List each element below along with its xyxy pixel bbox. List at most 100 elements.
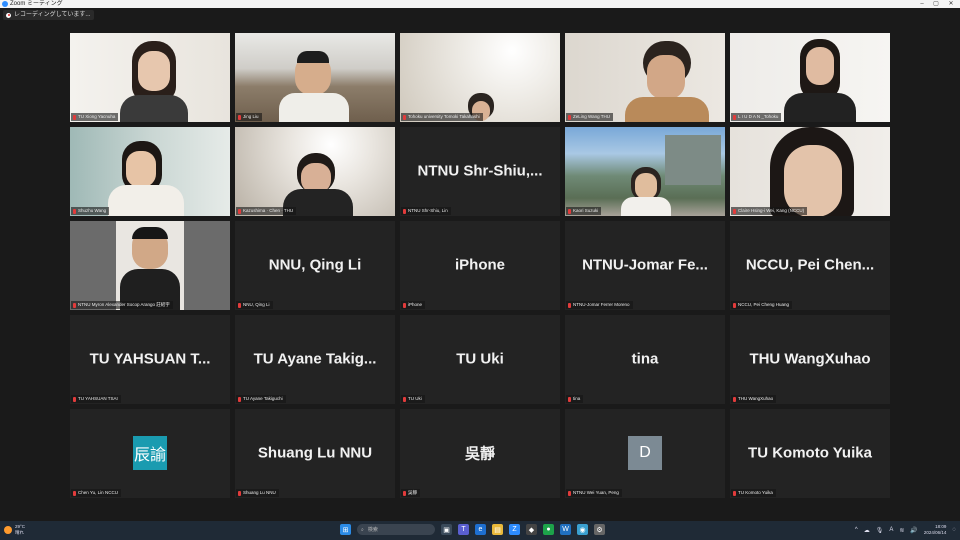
mic-muted-icon — [568, 490, 571, 496]
video-feed — [70, 221, 230, 310]
participant-name-label: TU Xiong Yacnuha — [71, 113, 119, 121]
photos-icon[interactable]: ◉ — [577, 524, 588, 535]
participant-tile[interactable]: Shuang Lu NNU Shuang Lu NNU — [235, 409, 395, 498]
task-view-icon[interactable]: ▣ — [441, 524, 452, 535]
mic-muted-icon — [403, 114, 406, 120]
teams-icon[interactable]: T — [458, 524, 469, 535]
participant-tile[interactable]: NTNU Myron Alexander Socop Arango 莊紹宇 — [70, 221, 230, 310]
participant-tile[interactable]: TU Uki TU Uki — [400, 315, 560, 404]
participant-name-label: Shuzhu Wang — [71, 207, 110, 215]
minimize-button[interactable]: – — [916, 0, 928, 8]
taskbar-search[interactable]: ⌕ 検索 — [357, 524, 435, 535]
participant-name: L I U D A N _Tohoku — [738, 114, 779, 119]
participant-tile[interactable]: NCCU, Pei Chen... NCCU, Pei Cheng Huang — [730, 221, 890, 310]
mic-muted-icon — [568, 302, 571, 308]
video-feed — [235, 127, 395, 216]
participant-display-name: iPhone — [454, 256, 505, 274]
mic-muted-icon — [403, 208, 406, 214]
weather-widget[interactable]: 29°C 晴れ — [4, 524, 25, 536]
ime-indicator[interactable]: A — [889, 527, 893, 533]
participant-display-name: NTNU Shr-Shiu,... — [417, 162, 543, 180]
zoom-app-icon[interactable]: Z — [509, 524, 520, 535]
notification-icon[interactable]: ◌ — [952, 527, 956, 533]
participant-tile[interactable]: TU Ayane Takig... TU Ayane Takiguchi — [235, 315, 395, 404]
participant-name-label: TU Komoto Yuika — [731, 489, 776, 497]
participant-name-label: NTNU-Jomar Ferrer Moreno — [566, 301, 633, 309]
participant-tile[interactable]: Kaori Suzuki — [565, 127, 725, 216]
participant-tile[interactable]: THU WangXuhao THU WangXuhao — [730, 315, 890, 404]
mic-muted-icon — [238, 208, 241, 214]
participant-name: Chen Yu, Lin NCCU — [78, 490, 118, 495]
mic-tray-icon[interactable]: 🎙 — [876, 527, 884, 534]
gallery-grid: TU Xiong Yacnuha Jing Liu Tohoku universit… — [70, 33, 890, 498]
tray-chevron-icon[interactable]: ^ — [855, 527, 858, 533]
video-feed — [70, 33, 230, 122]
participant-tile[interactable]: Shuzhu Wang — [70, 127, 230, 216]
zoom-logo-icon — [2, 1, 8, 7]
clock[interactable]: 18:09 2024/06/14 — [924, 524, 947, 536]
settings-icon[interactable]: ⚙ — [594, 524, 605, 535]
participant-tile[interactable]: TU Komoto Yuika TU Komoto Yuika — [730, 409, 890, 498]
participant-name-label: Kazushima · Chen · THU — [236, 207, 297, 215]
chrome-icon[interactable]: ● — [543, 524, 554, 535]
cloud-icon[interactable]: ☁ — [864, 527, 870, 534]
participant-tile[interactable]: tina tina — [565, 315, 725, 404]
mic-muted-icon — [733, 302, 736, 308]
participant-name-label: NNU, Qing Li — [236, 301, 273, 309]
participant-name-label: NTNU Shr-Shiu, Lin — [401, 207, 451, 215]
mic-muted-icon — [403, 302, 406, 308]
participant-tile[interactable]: NTNU-Jomar Fe... NTNU-Jomar Ferrer Moreno — [565, 221, 725, 310]
participant-name-label: Kaori Suzuki — [566, 207, 602, 215]
participant-name-label: NTNU Myron Alexander Socop Arango 莊紹宇 — [71, 301, 173, 309]
participant-tile[interactable]: TU YAHSUAN T... TU YAHSUAN TSAI — [70, 315, 230, 404]
word-icon[interactable]: W — [560, 524, 571, 535]
participant-tile[interactable]: Jing Liu — [235, 33, 395, 122]
mic-muted-icon — [238, 302, 241, 308]
video-feed — [565, 33, 725, 122]
recording-indicator[interactable]: レコーディングしています... — [3, 10, 95, 20]
participant-name-label: Shuang Lu NNU — [236, 489, 279, 497]
participant-tile[interactable]: D NTNU Wei Yuan, Peng — [565, 409, 725, 498]
search-placeholder: 検索 — [367, 527, 378, 533]
participant-display-name: 吳靜 — [464, 444, 495, 462]
participant-name-label: 吳靜 — [401, 489, 420, 497]
participant-tile[interactable]: TU Xiong Yacnuha — [70, 33, 230, 122]
store-icon[interactable]: ◆ — [526, 524, 537, 535]
maximize-button[interactable]: ▢ — [930, 0, 942, 8]
participant-tile[interactable]: iPhone iPhone — [400, 221, 560, 310]
recording-text: レコーディングしています... — [14, 12, 91, 18]
edge-icon[interactable]: e — [475, 524, 486, 535]
recording-bar: レコーディングしています... — [0, 8, 960, 22]
close-button[interactable]: ✕ — [945, 0, 957, 8]
participant-name: NTNU Shr-Shiu, Lin — [408, 208, 448, 213]
participant-tile[interactable]: Kazushima · Chen · THU — [235, 127, 395, 216]
participant-display-name: TU Ayane Takig... — [253, 350, 377, 368]
mic-muted-icon — [733, 208, 736, 214]
participant-tile[interactable]: ZeLing Wang THU — [565, 33, 725, 122]
participant-tile[interactable]: NTNU Shr-Shiu,... NTNU Shr-Shiu, Lin — [400, 127, 560, 216]
participant-tile[interactable]: 吳靜 吳靜 — [400, 409, 560, 498]
title-bar: Zoom ミーティング – ▢ ✕ — [0, 0, 960, 8]
windows-start-icon[interactable]: ⊞ — [340, 524, 351, 535]
participant-tile[interactable]: Tohoku university Tomoki Takahashi — [400, 33, 560, 122]
participant-name-label: Jing Liu — [236, 113, 262, 121]
participant-display-name: TU YAHSUAN T... — [89, 350, 211, 368]
mic-muted-icon — [733, 114, 736, 120]
volume-icon[interactable]: 🔊 — [910, 527, 917, 534]
participant-name: 吳靜 — [408, 490, 417, 495]
video-feed — [235, 33, 395, 122]
mic-muted-icon — [733, 396, 736, 402]
participant-tile[interactable]: L I U D A N _Tohoku — [730, 33, 890, 122]
participant-name: TU Xiong Yacnuha — [78, 114, 116, 119]
participant-name: Shuzhu Wang — [78, 208, 107, 213]
mic-muted-icon — [568, 396, 571, 402]
participant-tile[interactable]: 辰諭 Chen Yu, Lin NCCU — [70, 409, 230, 498]
wifi-icon[interactable]: ≋ — [899, 527, 904, 534]
participant-tile[interactable]: NNU, Qing Li NNU, Qing Li — [235, 221, 395, 310]
file-explorer-icon[interactable]: ▤ — [492, 524, 503, 535]
participant-tile[interactable]: Claire Hsing-i Wei, Kang (NCCU) — [730, 127, 890, 216]
mic-muted-icon — [73, 490, 76, 496]
record-icon — [6, 12, 11, 18]
mic-muted-icon — [73, 302, 76, 308]
participant-name: Kazushima · Chen · THU — [243, 208, 294, 213]
